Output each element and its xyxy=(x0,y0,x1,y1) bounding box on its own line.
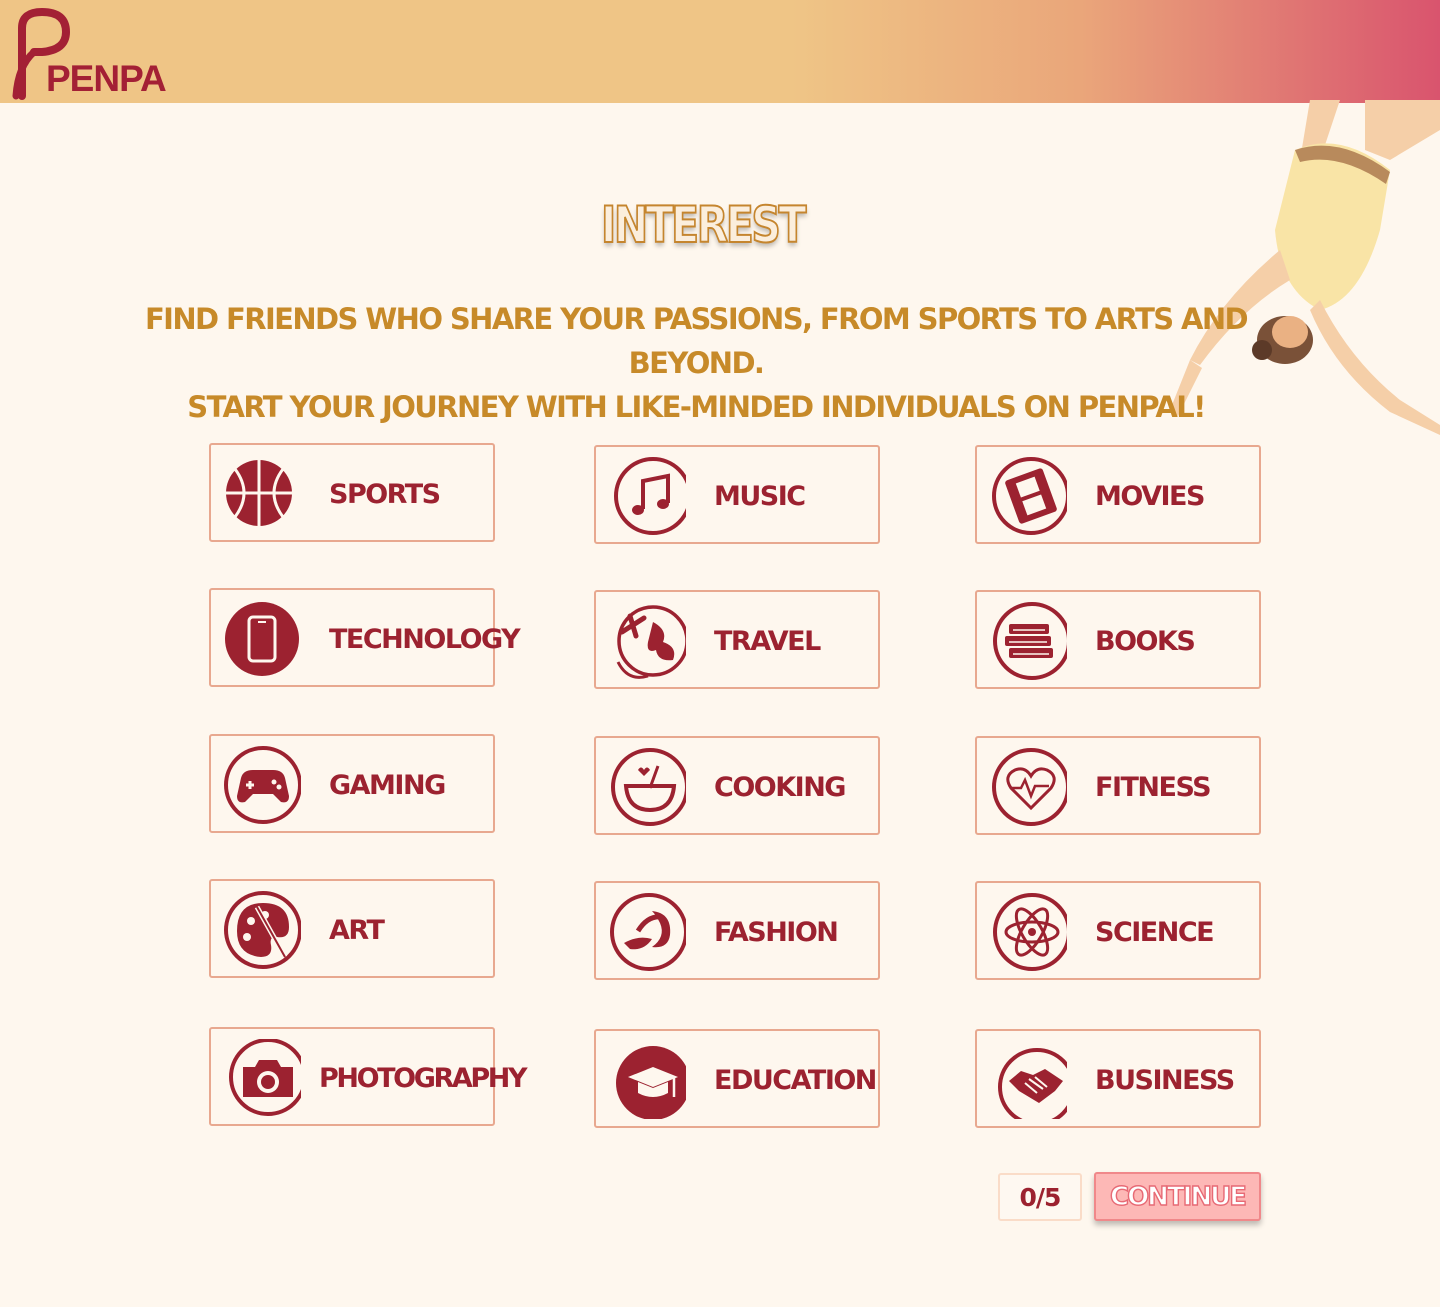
interest-label: TRAVEL xyxy=(714,626,821,657)
interest-card-gaming[interactable]: GAMING xyxy=(209,734,495,833)
penpal-logo[interactable]: PENPAL xyxy=(12,6,167,100)
interest-label: FASHION xyxy=(714,917,839,948)
interest-label: ART xyxy=(329,915,385,946)
interest-card-fitness[interactable]: FITNESS xyxy=(975,736,1261,835)
graduation-cap-icon xyxy=(616,1046,686,1119)
music-note-icon xyxy=(614,457,686,535)
header-bar: PENPAL xyxy=(0,0,1440,103)
film-icon xyxy=(992,457,1067,535)
heartbeat-icon xyxy=(992,748,1067,826)
smartphone-icon xyxy=(225,602,299,676)
interest-label: EDUCATION xyxy=(714,1065,877,1096)
page-title: INTEREST xyxy=(600,195,807,255)
interest-card-business[interactable]: BUSINESS xyxy=(975,1029,1261,1128)
subtitle-line-2: START YOUR JOURNEY WITH LIKE-MINDED INDI… xyxy=(187,390,1206,424)
palette-icon xyxy=(224,891,301,969)
interest-card-education[interactable]: EDUCATION xyxy=(594,1029,880,1128)
interest-label: COOKING xyxy=(714,772,846,803)
interest-card-movies[interactable]: MOVIES xyxy=(975,445,1261,544)
interest-card-cooking[interactable]: COOKING xyxy=(594,736,880,835)
interest-label: GAMING xyxy=(329,770,446,801)
selection-counter: 0/5 xyxy=(998,1173,1082,1221)
interest-label: SPORTS xyxy=(329,479,441,510)
continue-button[interactable]: CONTINUE xyxy=(1094,1172,1261,1221)
page-subtitle: FIND FRIENDS WHO SHARE YOUR PASSIONS, FR… xyxy=(110,297,1282,429)
camera-icon xyxy=(229,1039,301,1116)
interest-label: BOOKS xyxy=(1095,626,1196,657)
interest-label: BUSINESS xyxy=(1095,1065,1235,1096)
interest-card-books[interactable]: BOOKS xyxy=(975,590,1261,689)
interest-label: FITNESS xyxy=(1095,772,1212,803)
svg-text:PENPAL: PENPAL xyxy=(46,58,167,99)
interest-card-fashion[interactable]: FASHION xyxy=(594,881,880,980)
mixing-bowl-icon xyxy=(611,748,686,826)
interest-card-art[interactable]: ART xyxy=(209,879,495,978)
handshake-icon xyxy=(998,1048,1067,1119)
books-icon xyxy=(993,602,1067,680)
hat-icon xyxy=(610,893,686,971)
subtitle-line-1: FIND FRIENDS WHO SHARE YOUR PASSIONS, FR… xyxy=(144,302,1249,380)
basketball-icon xyxy=(226,460,292,526)
interest-label: MUSIC xyxy=(714,481,806,512)
interest-card-travel[interactable]: TRAVEL xyxy=(594,590,880,689)
globe-plane-icon xyxy=(616,605,686,679)
interest-card-science[interactable]: SCIENCE xyxy=(975,881,1261,980)
atom-icon xyxy=(993,893,1067,971)
interest-label: PHOTOGRAPHY xyxy=(319,1063,527,1094)
interest-label: TECHNOLOGY xyxy=(329,624,521,655)
interest-label: MOVIES xyxy=(1095,481,1205,512)
interest-card-sports[interactable]: SPORTS xyxy=(209,443,495,542)
gamepad-icon xyxy=(224,746,301,824)
interest-card-photography[interactable]: PHOTOGRAPHY xyxy=(209,1027,527,1126)
interest-card-technology[interactable]: TECHNOLOGY xyxy=(209,588,521,687)
interest-card-music[interactable]: MUSIC xyxy=(594,445,880,544)
interest-label: SCIENCE xyxy=(1095,917,1215,948)
